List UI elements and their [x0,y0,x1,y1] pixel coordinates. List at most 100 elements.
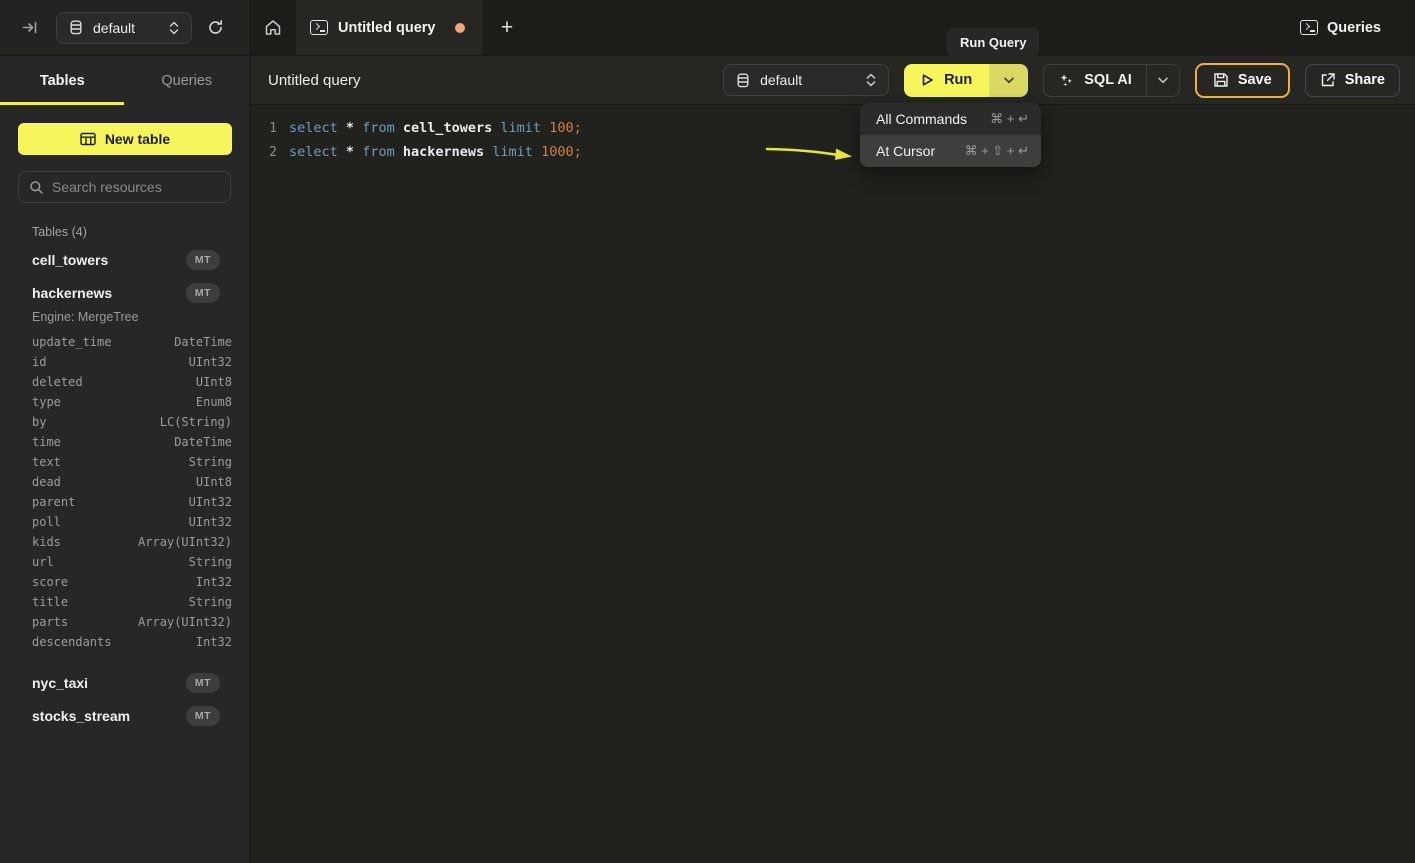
new-table-button-label: New table [105,131,170,147]
sql-ai-button-group: SQL AI [1043,64,1180,97]
table-row-hackernews[interactable]: hackernews MT [0,276,249,309]
tab-strip: Untitled query + Queries [250,0,1415,56]
column-type: String [189,455,232,469]
table-row-nyc-taxi[interactable]: nyc_taxi MT [0,666,249,699]
unsaved-indicator-dot [455,23,465,33]
refresh-icon [207,19,224,36]
column-name: dead [32,475,61,489]
active-tab-underline [0,102,124,105]
column-row: deleted UInt8 [0,372,249,392]
search-icon [29,180,44,195]
database-selector[interactable]: default [56,12,192,44]
column-name: score [32,575,68,589]
run-options-button[interactable] [989,64,1028,97]
query-title: Untitled query [268,72,361,89]
table-row-cell-towers[interactable]: cell_towers MT [0,243,249,276]
column-row: update_time DateTime [0,332,249,352]
table-grid-icon [80,132,96,146]
table-name: cell_towers [32,252,108,268]
database-icon [69,20,83,35]
engine-badge: MT [186,706,220,726]
column-name: deleted [32,375,83,389]
database-selector-value: default [93,20,159,36]
column-row: parts Array(UInt32) [0,612,249,632]
column-name: parent [32,495,75,509]
share-button[interactable]: Share [1305,64,1400,97]
column-name: title [32,595,68,609]
menu-item-shortcut: ⌘ + ⇧ + ↵ [965,143,1029,159]
menu-item-all-commands[interactable]: All Commands ⌘ + ↵ [860,103,1041,135]
queries-button-label: Queries [1327,20,1381,36]
save-button[interactable]: Save [1195,63,1290,98]
tab-untitled-query[interactable]: Untitled query [296,0,483,55]
column-name: id [32,355,46,369]
new-table-button[interactable]: New table [18,123,232,155]
menu-item-at-cursor[interactable]: At Cursor ⌘ + ⇧ + ↵ [860,135,1041,167]
column-type: DateTime [174,335,232,349]
collapse-sidebar-button[interactable] [18,16,43,39]
column-type: UInt32 [189,515,232,529]
chevrons-up-down-icon [866,73,876,87]
chevron-down-icon [1158,77,1168,84]
queries-button[interactable]: Queries [1300,0,1381,55]
column-name: poll [32,515,61,529]
tabstrip-spacer [531,0,1300,55]
column-type: String [189,555,232,569]
sidebar-tab-tables[interactable]: Tables [0,56,125,105]
run-button[interactable]: Run [904,64,989,97]
column-row: descendantsInt32 [0,632,249,652]
database-selector[interactable]: default [723,64,889,96]
code-text: select * from cell_towers limit 100; [289,120,582,136]
play-icon [921,73,934,87]
column-row: idUInt32 [0,352,249,372]
column-type: Enum8 [196,395,232,409]
column-row: byLC(String) [0,412,249,432]
topbar: default Untitled query [0,0,1415,56]
home-tab[interactable] [250,0,296,55]
column-type: String [189,595,232,609]
column-name: time [32,435,61,449]
column-row: poll UInt32 [0,512,249,532]
column-name: update_time [32,335,111,349]
column-type: Array(UInt32) [138,615,232,629]
sql-editor[interactable]: 1select * from cell_towers limit 100;2se… [250,105,1415,863]
sparkles-icon [1058,72,1074,88]
engine-badge: MT [186,283,220,303]
share-button-label: Share [1345,72,1385,88]
column-name: text [32,455,61,469]
refresh-button[interactable] [203,15,228,40]
sql-ai-options-button[interactable] [1146,65,1179,96]
share-icon [1320,72,1336,88]
column-row: text String [0,452,249,472]
column-row: url String [0,552,249,572]
new-tab-button[interactable]: + [483,0,531,55]
column-type: DateTime [174,435,232,449]
search-input[interactable] [52,179,233,195]
save-button-label: Save [1238,72,1272,88]
column-type: Array(UInt32) [138,535,232,549]
table-name: stocks_stream [32,708,130,724]
column-name: parts [32,615,68,629]
table-name: hackernews [32,285,112,301]
code-line[interactable]: 1select * from cell_towers limit 100; [250,116,1415,140]
column-name: type [32,395,61,409]
code-line[interactable]: 2select * from hackernews limit 1000; [250,140,1415,164]
chevron-down-icon [1004,77,1014,84]
save-icon [1213,72,1229,88]
sql-ai-button[interactable]: SQL AI [1044,65,1146,96]
column-row: parent UInt32 [0,492,249,512]
column-type: UInt32 [189,495,232,509]
run-options-menu: All Commands ⌘ + ↵ At Cursor ⌘ + ⇧ + ↵ [860,103,1041,167]
column-type: UInt8 [196,375,232,389]
column-row: deadUInt8 [0,472,249,492]
main-area: Untitled query default [250,56,1415,863]
sidebar-tab-queries[interactable]: Queries [125,56,250,105]
home-icon [264,19,282,36]
column-row: type Enum8 [0,392,249,412]
database-icon [736,73,750,88]
sql-console-app: default Untitled query [0,0,1415,863]
column-name: url [32,555,54,569]
column-name: by [32,415,46,429]
column-type: Int32 [196,575,232,589]
table-row-stocks-stream[interactable]: stocks_stream MT [0,699,249,732]
